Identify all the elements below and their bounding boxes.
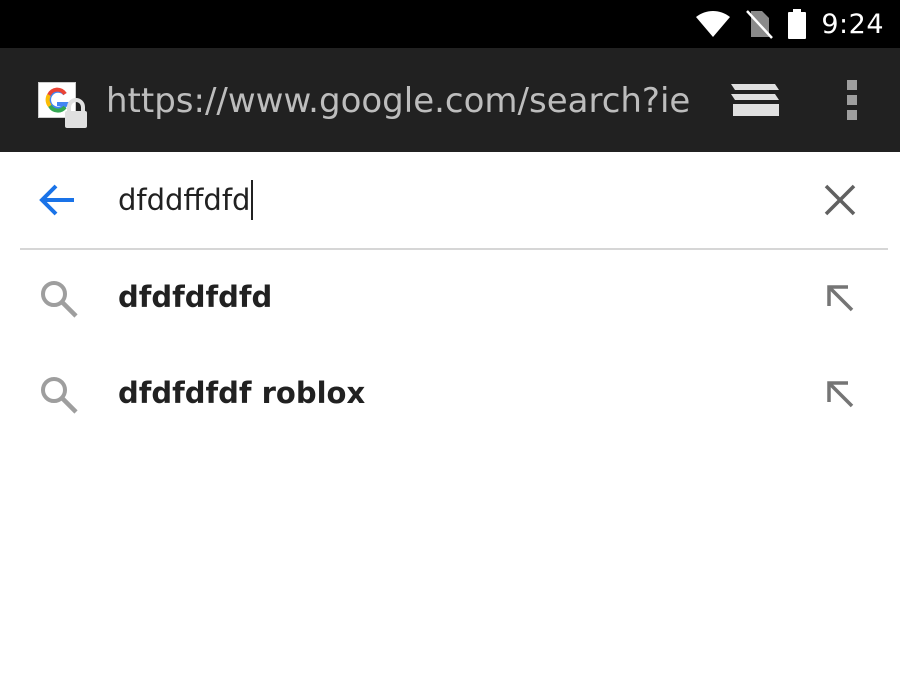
url-bar[interactable]: https://www.google.com/search?ie= <box>106 79 689 123</box>
suggestion-label: dfdfdfdfd <box>118 280 273 314</box>
suggestion-item[interactable]: dfdfdfdfd <box>0 250 900 346</box>
wifi-icon <box>696 11 731 37</box>
status-icons: 9:24 <box>695 0 884 48</box>
arrow-up-left-icon[interactable] <box>824 378 856 410</box>
search-row: dfddffdfd <box>0 152 900 248</box>
back-arrow-icon[interactable] <box>36 182 80 218</box>
suggestion-item[interactable]: dfdfdfdf roblox <box>0 346 900 442</box>
arrow-up-left-icon[interactable] <box>824 282 856 314</box>
tab-switcher-icon[interactable] <box>727 80 783 120</box>
status-time: 9:24 <box>821 8 884 40</box>
search-icon <box>41 281 78 318</box>
suggestion-label: dfdfdfdf roblox <box>118 376 366 410</box>
status-bar: 9:24 <box>0 0 900 48</box>
close-icon[interactable] <box>822 182 858 218</box>
no-sim-icon <box>746 10 774 39</box>
overflow-menu-icon[interactable] <box>838 78 866 122</box>
search-input[interactable]: dfddffdfd <box>118 180 254 220</box>
search-icon <box>41 377 78 414</box>
battery-icon <box>788 9 807 39</box>
google-secure-icon[interactable] <box>38 82 90 130</box>
browser-toolbar: https://www.google.com/search?ie= <box>0 48 900 152</box>
